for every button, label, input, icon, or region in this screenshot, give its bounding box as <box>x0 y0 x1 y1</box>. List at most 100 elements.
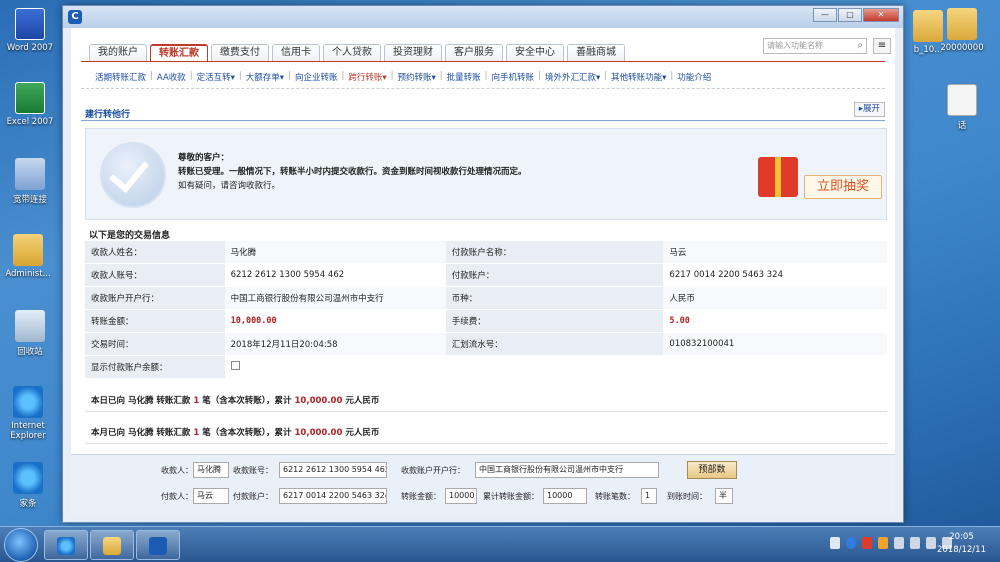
internet-explorer-icon <box>13 386 43 418</box>
subnav-item[interactable]: 功能介绍 <box>677 71 711 83</box>
lottery-button[interactable]: 立即抽奖 <box>804 175 882 199</box>
total-amount-field[interactable]: 10000 <box>543 488 587 504</box>
system-tray <box>830 537 952 549</box>
close-button[interactable]: ✕ <box>863 8 899 22</box>
amount-field[interactable]: 10000 <box>445 488 477 504</box>
desktop-icon-recycle-bin[interactable]: 回收站 <box>2 310 58 357</box>
tray-app-icon[interactable] <box>846 537 856 549</box>
minimize-button[interactable]: — <box>813 8 837 22</box>
desktop-icon-doc[interactable]: 话 <box>934 84 990 131</box>
field-value <box>225 356 446 379</box>
network-tray-icon[interactable] <box>926 537 936 549</box>
tab-security[interactable]: 安全中心 <box>506 44 564 61</box>
table-row: 交易时间： 2018年12月11日20:04:58 汇划流水号： 0108321… <box>85 333 887 356</box>
form-label: 收款账号： <box>233 465 273 476</box>
table-row: 收款人账号： 6212 2612 1300 5954 462 付款账户： 621… <box>85 264 887 287</box>
form-label: 付款账户： <box>233 491 273 502</box>
field-value: 6217 0014 2200 5463 324 <box>663 264 887 287</box>
tray-keyboard-icon[interactable] <box>830 537 840 549</box>
form-label: 转账笔数： <box>595 491 635 502</box>
lottery-promo[interactable]: 立即抽奖 <box>752 149 882 215</box>
subnav-item[interactable]: 境外外汇汇款▾ <box>545 71 600 83</box>
taskbar-explorer[interactable] <box>90 530 134 560</box>
search-input[interactable]: 请输入功能名称 ⌕ <box>763 38 867 54</box>
bluetooth-icon[interactable] <box>894 537 904 549</box>
tab-my-account[interactable]: 我的账户 <box>89 44 147 61</box>
desktop-icon-broadband[interactable]: 宽带连接 <box>2 158 58 205</box>
subnav-item[interactable]: 其他转账功能▾ <box>611 71 666 83</box>
subnav-item[interactable]: 向企业转账 <box>295 71 338 83</box>
desktop-icon-ie[interactable]: Internet Explorer <box>0 386 56 441</box>
field-value: 人民币 <box>663 287 887 310</box>
payer-field[interactable]: 马云 <box>193 488 229 504</box>
form-label: 累计转账金额： <box>483 491 539 502</box>
browser-icon <box>13 462 43 494</box>
title-bar[interactable]: C — ▢ ✕ <box>63 6 903 28</box>
desktop-icon-home[interactable]: 家条 <box>0 462 56 509</box>
field-value: 2018年12月11日20:04:58 <box>225 333 446 356</box>
summary-text: 元人民币 <box>345 428 379 438</box>
field-label: 转账金额： <box>85 310 225 333</box>
subnav-item-current[interactable]: 跨行转账▾ <box>348 71 386 83</box>
flag-icon[interactable] <box>910 537 920 549</box>
main-tabs: 我的账户 转账汇款 缴费支付 信用卡 个人贷款 投资理财 客户服务 安全中心 善… <box>89 44 625 61</box>
clock-date: 2018/12/11 <box>937 544 986 557</box>
payee-account-field[interactable]: 6212 2612 1300 5954 462 <box>279 462 387 478</box>
taskbar-bank-app[interactable] <box>136 530 180 560</box>
tray-ime-icon[interactable] <box>878 537 888 549</box>
count-field[interactable]: 1 <box>641 488 657 504</box>
tab-mall[interactable]: 善融商城 <box>567 44 625 61</box>
subnav-item[interactable]: AA收款 <box>157 71 186 83</box>
desktop-icon-folder[interactable]: 20000000 <box>934 8 990 53</box>
summary-text: 笔（含本次转账），累计 <box>202 428 291 438</box>
word-icon <box>15 8 45 40</box>
tab-credit-card[interactable]: 信用卡 <box>272 44 320 61</box>
payer-account-field[interactable]: 6217 0014 2200 5463 324 <box>279 488 387 504</box>
subnav-item[interactable]: 活期转账汇款 <box>95 71 146 83</box>
taskbar-ie[interactable] <box>44 530 88 560</box>
desktop-icon-excel[interactable]: Excel 2007 <box>2 82 58 127</box>
desktop-icon-label: Internet Explorer <box>0 421 56 441</box>
tab-payment[interactable]: 缴费支付 <box>211 44 269 61</box>
tab-personal-loan[interactable]: 个人贷款 <box>323 44 381 61</box>
search-icon[interactable]: ⌕ <box>857 39 863 53</box>
field-label: 手续费： <box>446 310 664 333</box>
subnav-item[interactable]: 批量转账 <box>447 71 481 83</box>
form-label: 到账时间： <box>667 491 707 502</box>
tab-investment[interactable]: 投资理财 <box>384 44 442 61</box>
folder-icon <box>947 8 977 40</box>
start-button[interactable] <box>4 528 38 562</box>
table-row: 收款人姓名： 马化腾 付款账户名称： 马云 <box>85 241 887 264</box>
subnav-item[interactable]: 定活互转▾ <box>197 71 235 83</box>
taskbar: 20:05 2018/12/11 <box>0 526 1000 562</box>
excel-icon <box>15 82 45 114</box>
search-placeholder: 请输入功能名称 <box>767 41 823 50</box>
table-row: 显示付款账户余额： <box>85 356 887 379</box>
bank-logo-icon <box>149 537 167 555</box>
tray-antivirus-icon[interactable] <box>862 537 872 549</box>
subnav-item[interactable]: 向手机转账 <box>492 71 535 83</box>
query-button[interactable]: 预部数 <box>687 461 737 479</box>
clock[interactable]: 20:05 2018/12/11 <box>937 531 986 557</box>
field-label: 收款人账号： <box>85 264 225 287</box>
payee-bank-field[interactable]: 中国工商银行股份有限公司温州市中支行 <box>475 462 659 478</box>
daily-summary: 本日已向 马化腾 转账汇款 1 笔（含本次转账），累计 10,000.00 元人… <box>85 390 887 412</box>
show-balance-checkbox[interactable] <box>231 361 240 370</box>
arrival-time-field[interactable]: 半 <box>715 488 733 504</box>
subnav-item[interactable]: 预约转账▾ <box>398 71 436 83</box>
desktop-icon-admin[interactable]: Administ... <box>0 234 56 279</box>
menu-icon[interactable]: ≡ <box>873 38 891 54</box>
desktop-icon-label: Excel 2007 <box>2 117 58 127</box>
payee-field[interactable]: 马化腾 <box>193 462 229 478</box>
tab-transfer[interactable]: 转账汇款 <box>150 44 208 61</box>
maximize-button[interactable]: ▢ <box>838 8 862 22</box>
desktop-icon-label: 回收站 <box>2 345 58 357</box>
tab-customer-service[interactable]: 客户服务 <box>445 44 503 61</box>
expand-button[interactable]: ▸展开 <box>854 102 885 117</box>
summary-amount: 10,000.00 <box>295 428 343 438</box>
table-row: 收款账户开户行： 中国工商银行股份有限公司温州市中支行 币种： 人民币 <box>85 287 887 310</box>
desktop-icon-word[interactable]: Word 2007 <box>2 8 58 53</box>
summary-count: 1 <box>193 428 199 438</box>
subnav-item[interactable]: 大额存单▾ <box>246 71 284 83</box>
desktop-icon-label: 20000000 <box>934 43 990 53</box>
